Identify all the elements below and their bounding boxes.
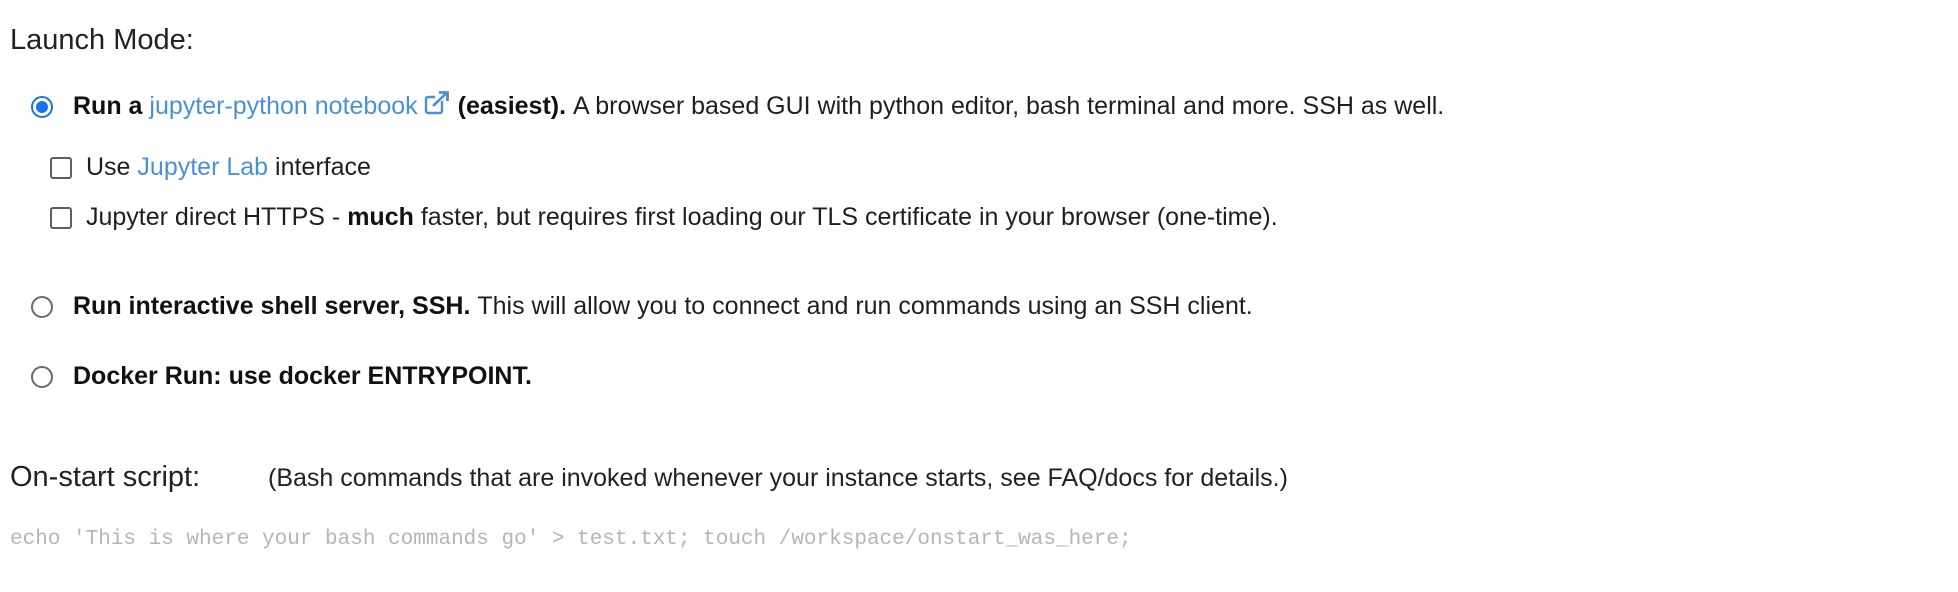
launch-mode-label: Launch Mode: bbox=[10, 24, 194, 56]
launch-option-ssh[interactable]: Run interactive shell server, SSH. This … bbox=[31, 292, 1253, 321]
docker-radio[interactable] bbox=[31, 365, 53, 388]
launch-option-docker[interactable]: Docker Run: use docker ENTRYPOINT. bbox=[31, 362, 532, 391]
jupyter-lab-option[interactable]: Use Jupyter Lab interface bbox=[50, 153, 371, 182]
jupyter-https-option[interactable]: Jupyter direct HTTPS - much faster, but … bbox=[50, 203, 1278, 232]
ssh-description: This will allow you to connect and run c… bbox=[477, 292, 1253, 320]
onstart-description: (Bash commands that are invoked whenever… bbox=[268, 464, 1288, 492]
launch-option-jupyter[interactable]: Run a jupyter-python notebook (easiest).… bbox=[31, 91, 1444, 122]
onstart-script-input[interactable] bbox=[10, 528, 1940, 578]
external-link-icon[interactable] bbox=[424, 91, 450, 122]
docker-bold: Docker Run: use docker ENTRYPOINT. bbox=[73, 362, 532, 390]
jupyter-https-bold: much bbox=[347, 203, 414, 231]
jupyter-lab-link[interactable]: Jupyter Lab bbox=[137, 153, 268, 182]
jupyter-lab-checkbox[interactable] bbox=[50, 156, 72, 179]
jupyter-https-checkbox[interactable] bbox=[50, 206, 72, 229]
ssh-radio[interactable] bbox=[31, 295, 53, 318]
jupyter-https-suffix: faster, but requires first loading our T… bbox=[420, 203, 1278, 231]
jupyter-https-prefix: Jupyter direct HTTPS - bbox=[86, 203, 341, 231]
jupyter-description: A browser based GUI with python editor, … bbox=[573, 92, 1445, 120]
jupyter-easiest: (easiest). bbox=[457, 92, 567, 120]
jupyter-lab-suffix: interface bbox=[275, 153, 371, 181]
ssh-bold: Run interactive shell server, SSH. bbox=[73, 292, 471, 320]
jupyter-lab-prefix: Use bbox=[86, 153, 131, 181]
jupyter-notebook-link[interactable]: jupyter-python notebook bbox=[149, 92, 417, 121]
jupyter-prefix: Run a bbox=[73, 92, 143, 120]
onstart-script-label: On-start script: bbox=[10, 461, 201, 493]
jupyter-radio[interactable] bbox=[31, 95, 53, 118]
